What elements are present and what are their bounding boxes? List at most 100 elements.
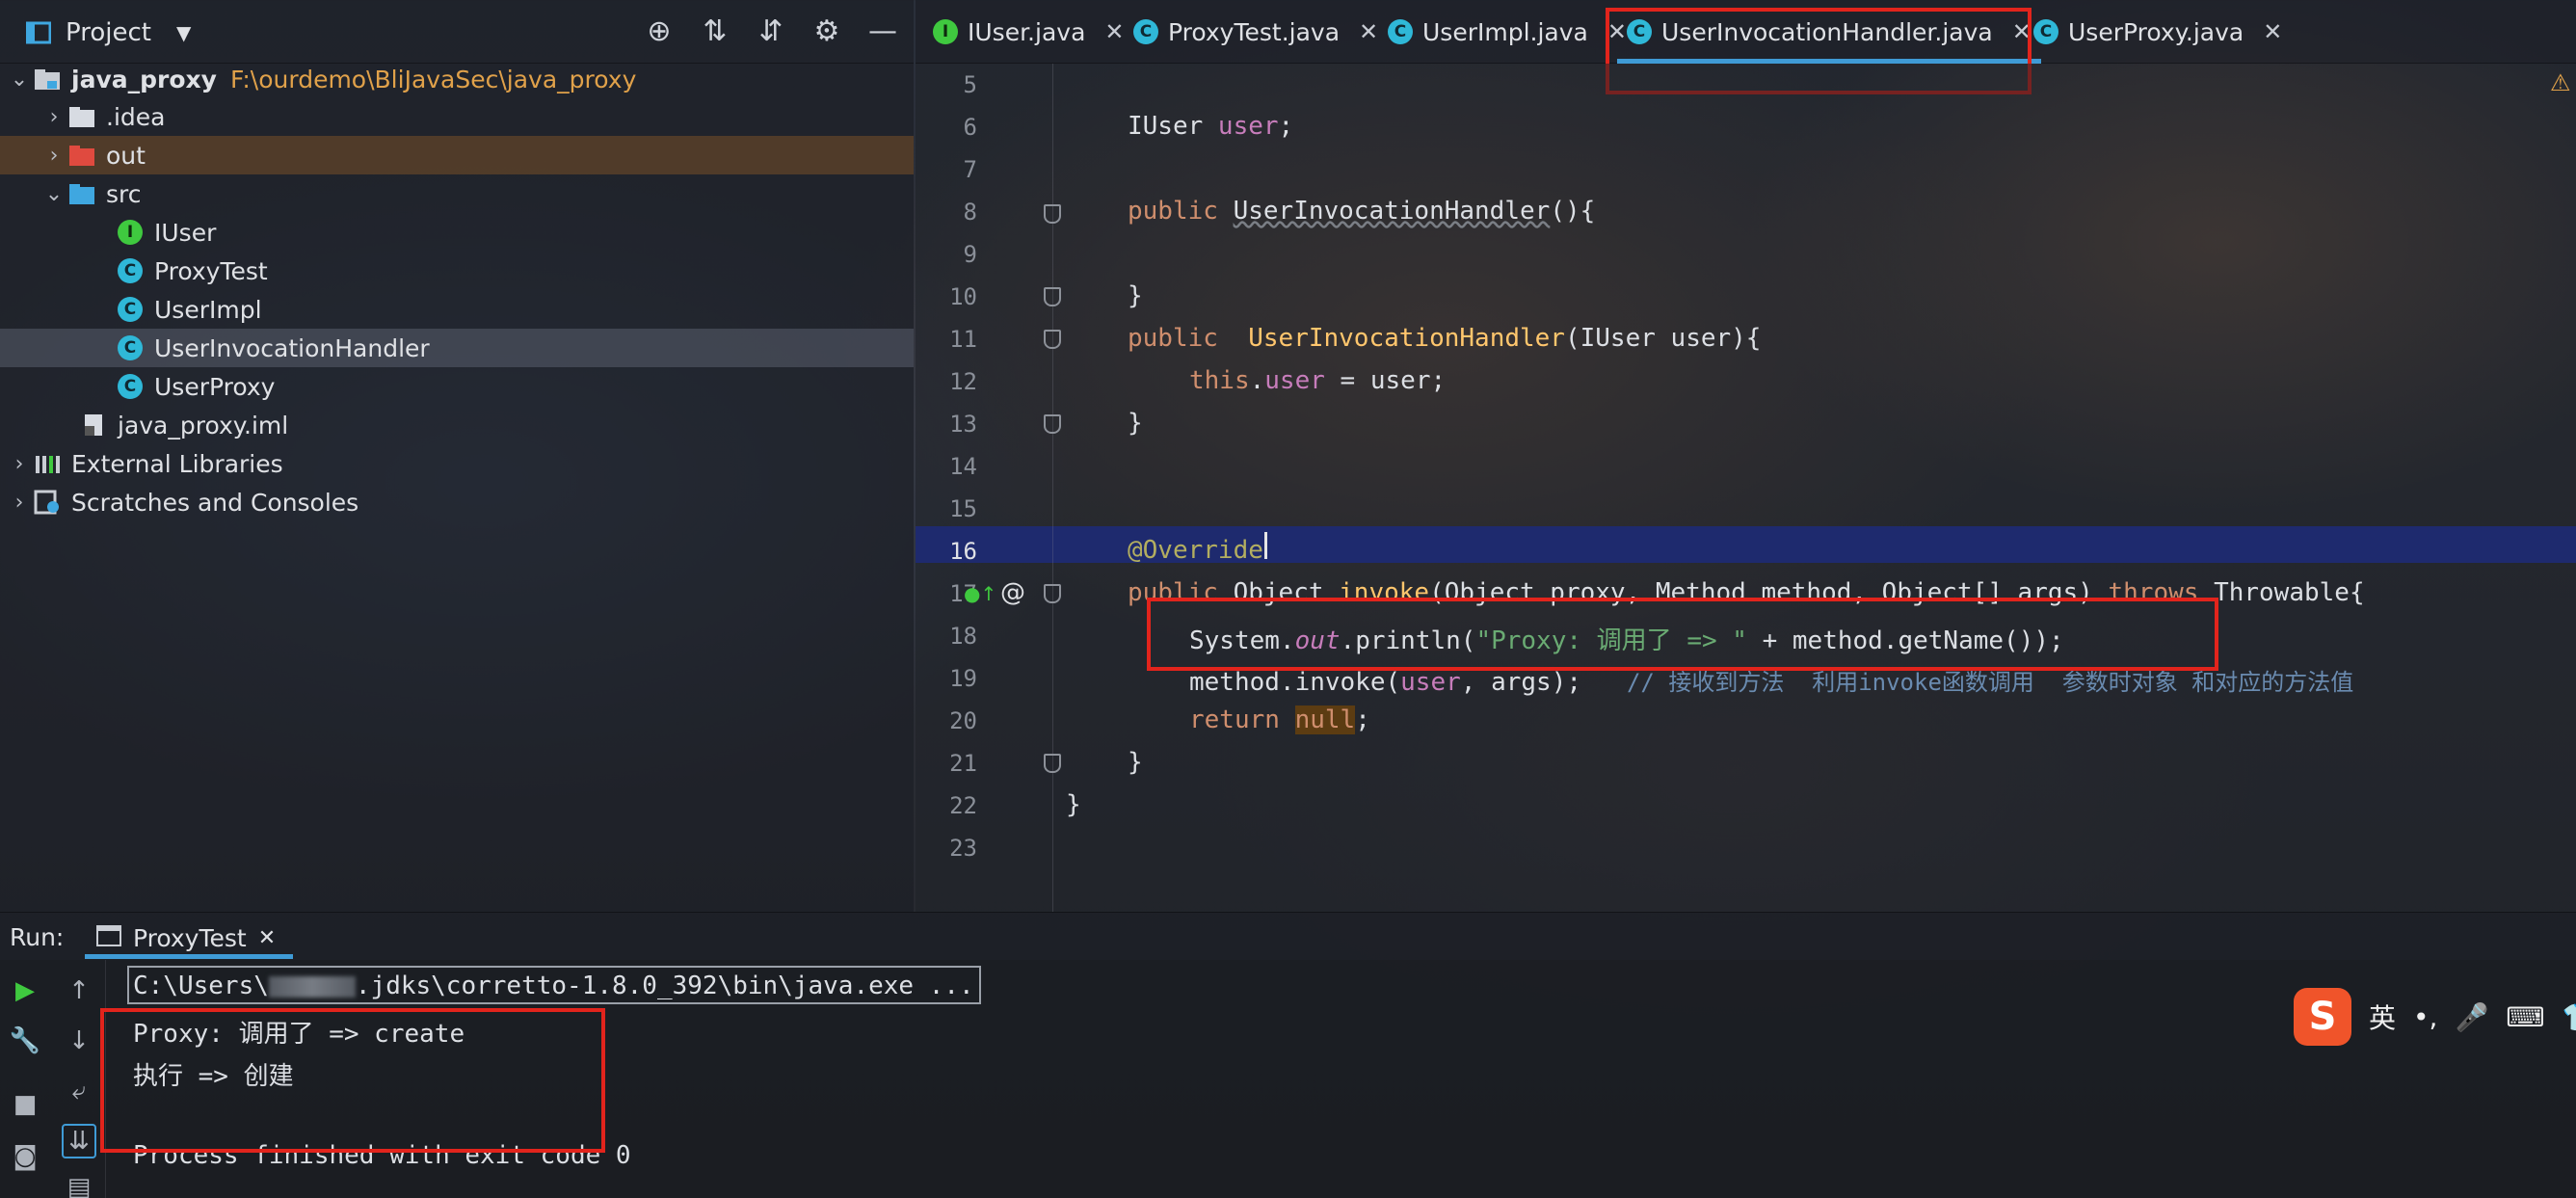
code-token: public	[1128, 324, 1249, 353]
up-arrow-icon[interactable]: ↑	[62, 973, 96, 1008]
tree-item-src[interactable]: ⌄ src	[0, 174, 914, 213]
fold-icon[interactable]	[1044, 330, 1061, 349]
stop-icon[interactable]: ■	[8, 1087, 42, 1122]
tree-item-scratches[interactable]: › Scratches and Consoles	[0, 483, 914, 521]
print-icon[interactable]: ▤	[62, 1170, 96, 1198]
tab-userimpl[interactable]: C UserImpl.java ✕	[1388, 0, 1627, 64]
code-line-20: return null;	[1189, 705, 1370, 734]
chevron-right-icon[interactable]: ›	[40, 144, 67, 168]
implements-marker-icon[interactable]: ●↑	[964, 582, 996, 605]
iml-file-icon	[79, 411, 108, 439]
fold-icon[interactable]	[1044, 584, 1061, 603]
code-line-22: }	[1066, 790, 1081, 819]
class-icon: C	[116, 333, 145, 362]
ime-toolbar: S 英 •, 🎤 ⌨ 👕	[2294, 985, 2576, 1049]
tree-item-java-proxy[interactable]: ⌄ java_proxy F:\ourdemo\BliJavaSec\java_…	[0, 60, 914, 98]
tree-item-userproxy[interactable]: C UserProxy	[0, 367, 914, 406]
code-line-12: this.user = user;	[1189, 366, 1446, 395]
code-token: ;	[1355, 705, 1370, 734]
fold-icon[interactable]	[1044, 287, 1061, 306]
soft-wrap-icon[interactable]: ⤶	[62, 1074, 96, 1108]
chevron-down-icon[interactable]: ⌄	[6, 67, 33, 92]
code-token: return	[1189, 705, 1295, 734]
code-token: (){	[1550, 197, 1596, 226]
fold-icon[interactable]	[1044, 754, 1061, 773]
scroll-to-end-icon[interactable]: ⇊	[62, 1124, 96, 1158]
code-token: UserInvocationHandler	[1248, 324, 1565, 353]
line-number: 14	[949, 453, 977, 480]
source-folder-icon	[67, 179, 96, 208]
line-number: 13	[949, 411, 977, 438]
ime-lang[interactable]: 英	[2369, 998, 2396, 1036]
wrench-icon[interactable]: 🔧	[8, 1024, 42, 1058]
chevron-down-icon[interactable]: ⌄	[40, 182, 67, 206]
tree-item-label: IUser	[154, 218, 217, 247]
code-token: = user;	[1324, 366, 1447, 395]
code-line-10: }	[1128, 281, 1143, 310]
tree-item-idea[interactable]: › .idea	[0, 97, 914, 136]
collapse-all-icon[interactable]: ⇵	[754, 12, 788, 50]
rerun-icon[interactable]: ▶	[8, 973, 42, 1008]
tree-item-label: External Libraries	[71, 449, 283, 478]
line-number: 11	[949, 326, 977, 353]
code-token: IUser	[1128, 112, 1218, 141]
tab-proxytest[interactable]: C ProxyTest.java ✕	[1133, 0, 1378, 64]
tree-item-iml[interactable]: java_proxy.iml	[0, 406, 914, 444]
fold-icon[interactable]	[1044, 204, 1061, 224]
down-arrow-icon[interactable]: ↓	[62, 1024, 96, 1058]
line-number: 21	[949, 750, 977, 777]
project-view-selector[interactable]: Project ▼	[23, 13, 191, 52]
close-icon[interactable]: ✕	[1359, 18, 1378, 45]
expand-all-icon[interactable]: ⇅	[698, 12, 732, 50]
gutter-divider	[1052, 64, 1053, 912]
locate-icon[interactable]: ⊕	[642, 12, 677, 50]
line-number: 12	[949, 368, 977, 395]
tab-userproxy[interactable]: C UserProxy.java ✕	[2033, 0, 2282, 64]
line-number: 8	[963, 199, 977, 226]
tree-item-iuser[interactable]: I IUser	[0, 213, 914, 252]
tree-item-userinvocationhandler[interactable]: C UserInvocationHandler	[0, 329, 914, 367]
tree-item-userimpl[interactable]: C UserImpl	[0, 290, 914, 329]
sogou-logo-icon[interactable]: S	[2294, 988, 2351, 1046]
close-icon[interactable]: ✕	[1104, 18, 1124, 45]
tree-item-external-libraries[interactable]: › External Libraries	[0, 444, 914, 483]
line-number: 9	[963, 241, 977, 268]
ime-punct[interactable]: •,	[2413, 1001, 2437, 1033]
minimize-icon[interactable]: —	[865, 12, 900, 50]
tree-item-label: .idea	[106, 102, 166, 131]
tree-item-label: src	[106, 179, 142, 208]
tab-label: IUser.java	[968, 17, 1086, 46]
tree-item-proxytest[interactable]: C ProxyTest	[0, 252, 914, 290]
chevron-down-icon[interactable]: ▼	[176, 21, 191, 44]
gear-icon[interactable]: ⚙	[810, 12, 844, 50]
keyboard-icon[interactable]: ⌨	[2506, 1001, 2544, 1033]
tree-item-label: UserInvocationHandler	[154, 333, 430, 362]
chevron-right-icon[interactable]: ›	[6, 452, 33, 476]
close-icon[interactable]: ✕	[2263, 18, 2282, 45]
fold-icon[interactable]	[1044, 414, 1061, 434]
tree-item-out[interactable]: › out	[0, 136, 914, 174]
excluded-folder-icon	[67, 141, 96, 170]
close-icon[interactable]: ✕	[258, 926, 276, 950]
shirt-icon[interactable]: 👕	[2563, 1001, 2576, 1033]
microphone-icon[interactable]: 🎤	[2455, 1001, 2488, 1033]
camera-icon[interactable]: ◙	[8, 1139, 42, 1174]
code-token: UserInvocationHandler	[1233, 197, 1551, 226]
code-editor[interactable]	[916, 64, 2576, 912]
run-toolbar: ▶ ↑ 🔧 ↓ ⤶ ■ ⇊ ◙ ▤	[0, 960, 106, 1198]
code-line-8: public UserInvocationHandler(){	[1128, 197, 1595, 226]
chevron-right-icon[interactable]: ›	[40, 105, 67, 129]
module-path: F:\ourdemo\BliJavaSec\java_proxy	[229, 65, 637, 93]
annotation-marker-icon[interactable]: @	[1000, 578, 1025, 607]
code-comment: // 接收到方法 利用invoke函数调用 参数时对象 和对应的方法值	[1626, 669, 2354, 696]
code-token: Throwable{	[2214, 578, 2365, 607]
line-number: 7	[963, 156, 977, 183]
console-command-line: C:\Users\ .jdks\corretto-1.8.0_392\bin\ja…	[133, 972, 974, 1000]
warning-icon[interactable]: ⚠	[2550, 69, 2571, 96]
annotation-box-code	[1147, 598, 2218, 671]
tree-item-label: UserImpl	[154, 295, 262, 324]
tab-iuser[interactable]: I IUser.java ✕	[933, 0, 1125, 64]
redacted-username	[268, 975, 356, 998]
chevron-right-icon[interactable]: ›	[6, 491, 33, 515]
tab-label: ProxyTest.java	[1168, 17, 1341, 46]
